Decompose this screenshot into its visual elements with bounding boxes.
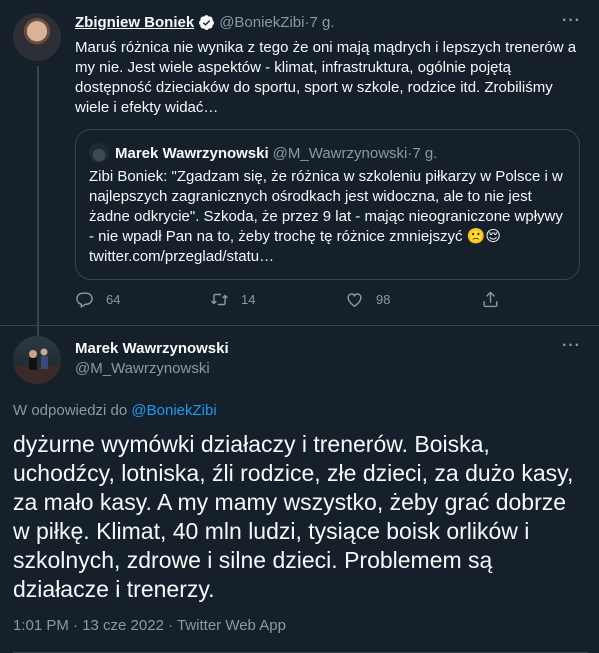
tweet-text: dyżurne wymówki działaczy i trenerów. Bo… (13, 431, 574, 602)
tweet-header: Zbigniew Boniek @BoniekZibi · 7 g. (75, 14, 334, 31)
tweet-actions: 64 14 98 (75, 290, 505, 314)
avatar (89, 143, 109, 163)
quote-author-name: Marek Wawrzynowski (115, 144, 269, 162)
reply-context: W odpowiedzi do @BoniekZibi (13, 402, 217, 419)
author-name[interactable]: Zbigniew Boniek (75, 14, 194, 31)
quote-text: Zibi Boniek: "Zgadzam się, że różnica w … (89, 168, 563, 265)
avatar[interactable] (13, 336, 61, 384)
more-icon[interactable]: ··· (562, 12, 581, 30)
author-handle[interactable]: @BoniekZibi (219, 14, 304, 31)
tweet-boniek[interactable]: Zbigniew Boniek @BoniekZibi · 7 g. ··· M… (0, 0, 599, 336)
like-button[interactable]: 98 (345, 290, 390, 309)
avatar-photo-icon (13, 348, 61, 384)
verified-icon (199, 15, 215, 30)
share-button[interactable] (481, 290, 512, 309)
divider (0, 325, 599, 326)
author-name[interactable]: Marek Wawrzynowski (75, 339, 229, 359)
like-count: 98 (376, 292, 391, 307)
like-icon (347, 293, 362, 308)
reply-count: 64 (106, 292, 121, 307)
tweet-text: Maruś różnica nie wynika z tego że oni m… (75, 39, 577, 116)
reply-prefix: W odpowiedzi do (13, 402, 132, 419)
quote-timestamp: 7 g. (412, 144, 438, 162)
retweet-button[interactable]: 14 (210, 290, 255, 309)
avatar[interactable] (13, 13, 61, 61)
tweet-header: Marek Wawrzynowski @M_Wawrzynowski (75, 339, 229, 379)
thread-line (37, 66, 39, 336)
reply-button[interactable]: 64 (75, 290, 120, 309)
reply-icon (76, 292, 93, 309)
author-handle[interactable]: @M_Wawrzynowski (75, 359, 229, 379)
retweet-icon (211, 293, 228, 306)
quoted-tweet[interactable]: Marek Wawrzynowski @M_Wawrzynowski · 7 g… (75, 129, 580, 280)
reply-to-link[interactable]: @BoniekZibi (131, 402, 216, 419)
retweet-count: 14 (241, 292, 256, 307)
more-icon[interactable]: ··· (562, 337, 581, 355)
quote-header: Marek Wawrzynowski @M_Wawrzynowski · 7 g… (89, 143, 437, 163)
tweet-meta[interactable]: 1:01 PM · 13 cze 2022 · Twitter Web App (13, 617, 286, 634)
quote-author-handle: @M_Wawrzynowski (272, 144, 408, 162)
timestamp[interactable]: 7 g. (309, 14, 334, 31)
share-icon (483, 291, 498, 308)
